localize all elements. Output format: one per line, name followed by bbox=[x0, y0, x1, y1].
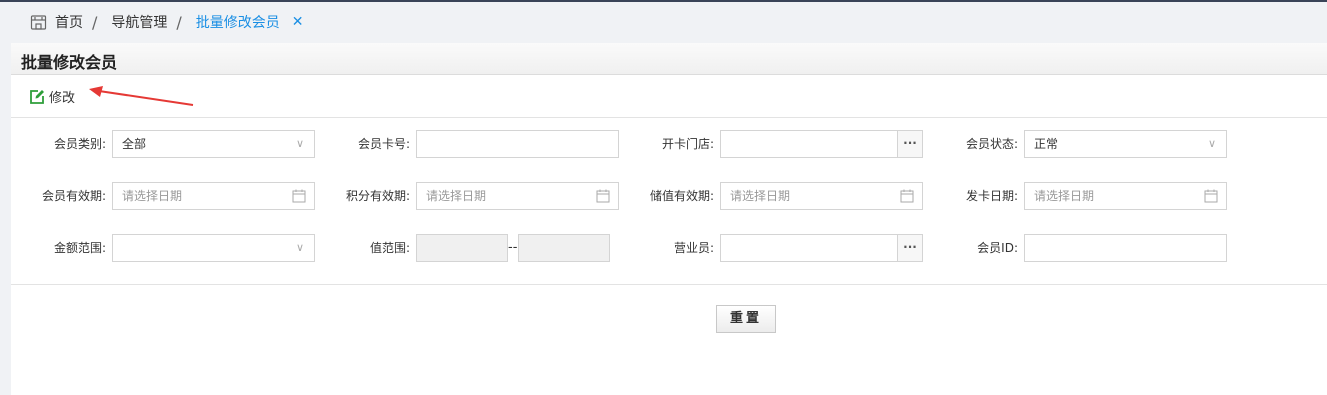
store-input[interactable]: ··· bbox=[720, 130, 923, 158]
chevron-down-icon: ∨ bbox=[295, 241, 304, 254]
page-title: 批量修改会员 bbox=[11, 43, 1327, 75]
stored-valid-date[interactable]: 请选择日期 bbox=[720, 182, 923, 210]
top-border bbox=[0, 0, 1327, 2]
home-icon bbox=[30, 14, 47, 30]
breadcrumb-separator: / bbox=[92, 12, 98, 32]
main-panel: 批量修改会员 修改 会员类别: 全部 ∨ 会员卡号: 开卡门店: ··· 会员状… bbox=[11, 43, 1327, 395]
amount-range-select[interactable]: ∨ bbox=[112, 234, 315, 262]
filter-form: 会员类别: 全部 ∨ 会员卡号: 开卡门店: ··· 会员状态: 正常 ∨ 会员… bbox=[11, 118, 1327, 285]
salesman-picker-button[interactable]: ··· bbox=[897, 234, 923, 262]
close-tab-icon[interactable]: ✕ bbox=[292, 14, 304, 30]
calendar-icon bbox=[292, 189, 306, 203]
chevron-down-icon: ∨ bbox=[1207, 137, 1216, 150]
card-no-label: 会员卡号: bbox=[357, 137, 410, 151]
member-id-label: 会员ID: bbox=[977, 241, 1018, 255]
stored-valid-placeholder: 请选择日期 bbox=[730, 189, 791, 203]
value-range-label: 值范围: bbox=[369, 241, 410, 255]
issue-date[interactable]: 请选择日期 bbox=[1024, 182, 1227, 210]
issue-date-placeholder: 请选择日期 bbox=[1034, 189, 1095, 203]
issue-date-label: 发卡日期: bbox=[965, 189, 1018, 203]
breadcrumb-home[interactable]: 首页 bbox=[55, 12, 83, 32]
member-type-value: 全部 bbox=[122, 137, 147, 151]
value-range-min[interactable] bbox=[416, 234, 508, 262]
chevron-down-icon: ∨ bbox=[295, 137, 304, 150]
member-type-select[interactable]: 全部 ∨ bbox=[112, 130, 315, 158]
amount-range-label: 金额范围: bbox=[53, 241, 106, 255]
calendar-icon bbox=[596, 189, 610, 203]
member-valid-placeholder: 请选择日期 bbox=[122, 189, 183, 203]
member-id-input[interactable] bbox=[1024, 234, 1227, 262]
store-label: 开卡门店: bbox=[661, 137, 714, 151]
stored-valid-label: 储值有效期: bbox=[649, 189, 714, 203]
points-valid-label: 积分有效期: bbox=[345, 189, 410, 203]
annotation-arrow bbox=[89, 86, 194, 106]
calendar-icon bbox=[900, 189, 914, 203]
range-dash: -- bbox=[508, 240, 518, 255]
status-value: 正常 bbox=[1034, 137, 1059, 151]
member-valid-date[interactable]: 请选择日期 bbox=[112, 182, 315, 210]
breadcrumb-current[interactable]: 批量修改会员 bbox=[196, 12, 280, 32]
status-select[interactable]: 正常 ∨ bbox=[1024, 130, 1227, 158]
status-label: 会员状态: bbox=[965, 137, 1018, 151]
breadcrumb: 首页 / 导航管理 / 批量修改会员 ✕ bbox=[30, 10, 304, 34]
store-picker-button[interactable]: ··· bbox=[897, 130, 923, 158]
card-no-input[interactable] bbox=[416, 130, 619, 158]
edit-label: 修改 bbox=[49, 91, 76, 106]
salesman-label: 营业员: bbox=[673, 241, 714, 255]
member-type-label: 会员类别: bbox=[53, 137, 106, 151]
breadcrumb-nav[interactable]: 导航管理 bbox=[111, 12, 167, 32]
edit-button[interactable]: 修改 bbox=[29, 87, 75, 106]
calendar-icon bbox=[1204, 189, 1218, 203]
value-range-max[interactable] bbox=[518, 234, 610, 262]
toolbar: 修改 bbox=[11, 75, 1327, 118]
breadcrumb-separator: / bbox=[176, 12, 182, 32]
points-valid-placeholder: 请选择日期 bbox=[426, 189, 487, 203]
salesman-input[interactable]: ··· bbox=[720, 234, 923, 262]
points-valid-date[interactable]: 请选择日期 bbox=[416, 182, 619, 210]
edit-icon bbox=[30, 89, 44, 104]
member-valid-label: 会员有效期: bbox=[41, 189, 106, 203]
reset-button[interactable]: 重置 bbox=[716, 305, 776, 333]
